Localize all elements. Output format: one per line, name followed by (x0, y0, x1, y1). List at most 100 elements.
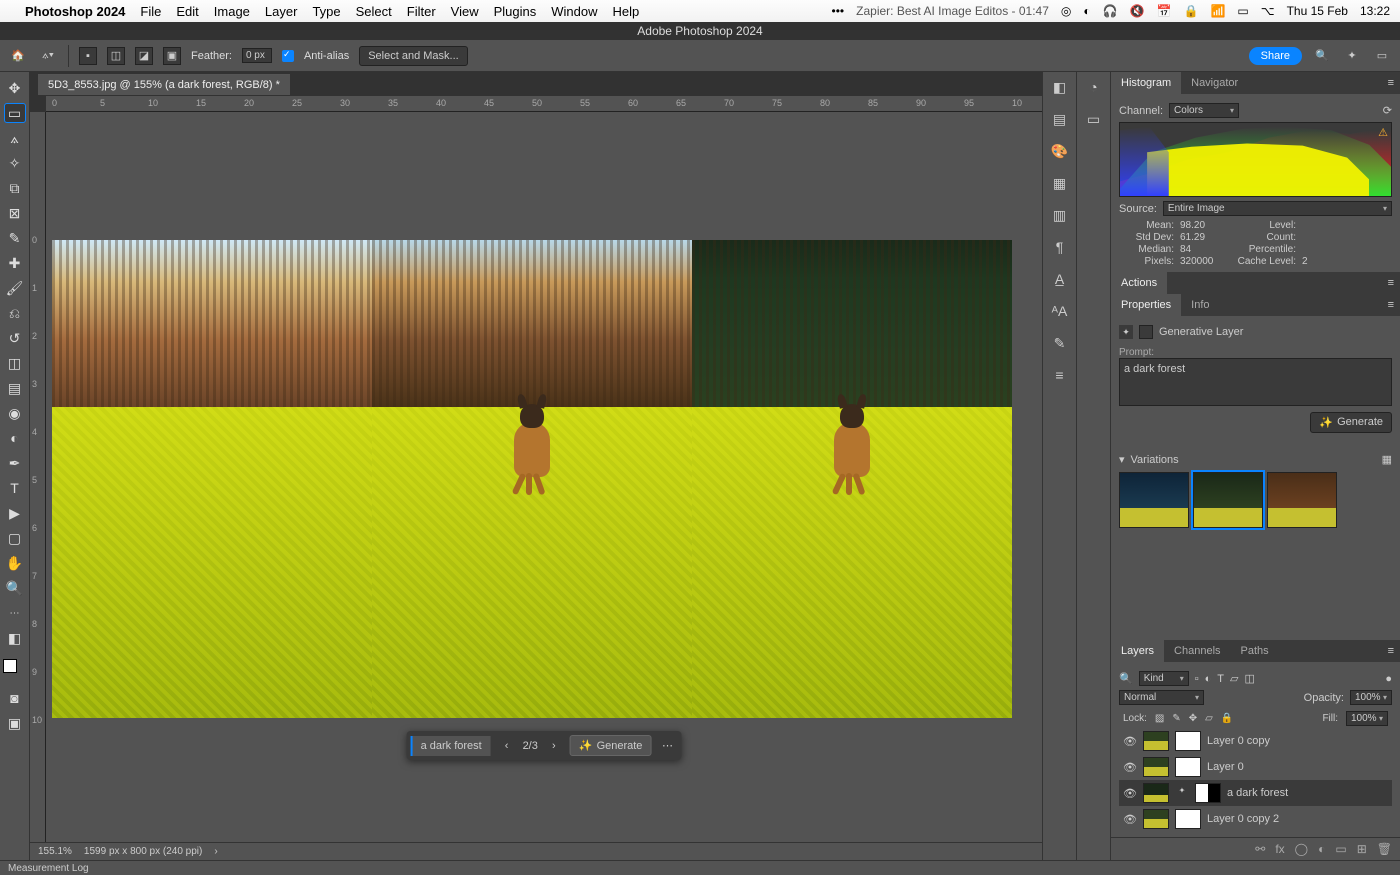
document-tab[interactable]: 5D3_8553.jpg @ 155% (a dark forest, RGB/… (38, 74, 290, 95)
new-layer-icon[interactable]: ⊞ (1357, 842, 1367, 856)
lasso-tool-icon[interactable]: ⟑▾ (38, 46, 58, 66)
magic-wand-tool-icon[interactable]: ✧ (4, 153, 26, 173)
tab-histogram[interactable]: Histogram (1111, 72, 1181, 94)
menu-type[interactable]: Type (312, 4, 340, 19)
properties-generate-button[interactable]: ✨Generate (1310, 412, 1392, 433)
paragraph-icon[interactable]: ¶ (1051, 238, 1069, 256)
variation-thumb-3[interactable] (1267, 472, 1337, 528)
filter-type-icon[interactable]: T (1217, 673, 1224, 685)
prev-variation-icon[interactable]: ‹ (497, 740, 517, 752)
menu-select[interactable]: Select (356, 4, 392, 19)
selection-intersect-icon[interactable]: ▣ (163, 47, 181, 65)
safari-icon[interactable]: ◎ (1061, 4, 1071, 18)
layer-mask-thumbnail[interactable] (1175, 731, 1201, 751)
character-icon[interactable]: A̲ (1051, 270, 1069, 288)
more-options-icon[interactable]: ⋯ (657, 739, 677, 752)
document-dimensions[interactable]: 1599 px x 800 px (240 ppi) (84, 846, 202, 857)
headphones-icon[interactable]: 🎧 (1103, 4, 1118, 18)
libraries-icon[interactable]: ▥ (1051, 206, 1069, 224)
prompt-textarea[interactable]: a dark forest (1119, 358, 1392, 406)
workspace-icon[interactable]: ▭ (1372, 46, 1392, 66)
visibility-icon[interactable]: 👁 (1123, 735, 1137, 748)
styles-icon[interactable]: ▤ (1051, 110, 1069, 128)
layer-name[interactable]: a dark forest (1227, 787, 1288, 799)
mute-icon[interactable]: 🔇 (1130, 4, 1145, 18)
filter-kind-select[interactable]: Kind (1139, 671, 1189, 686)
filter-pixel-icon[interactable]: ▫ (1195, 673, 1199, 685)
screen-mode-icon[interactable]: ▣ (4, 713, 26, 733)
crop-tool-icon[interactable]: ⧉ (4, 178, 26, 198)
menu-view[interactable]: View (451, 4, 479, 19)
variation-thumb-2[interactable] (1193, 472, 1263, 528)
visibility-icon[interactable]: 👁 (1123, 813, 1137, 826)
tab-channels[interactable]: Channels (1164, 640, 1230, 662)
color-icon[interactable]: 🎨 (1051, 142, 1069, 160)
generate-button[interactable]: ✨Generate (570, 735, 652, 756)
ruler-vertical[interactable]: 0 1 2 3 4 5 6 7 8 9 10 (30, 112, 46, 842)
source-select[interactable]: Entire Image (1163, 201, 1392, 216)
lasso-tool-icon[interactable]: ⟑ (4, 128, 26, 148)
glyphs-icon[interactable]: ᴬA (1051, 302, 1069, 320)
filter-smart-icon[interactable]: ◫ (1244, 672, 1254, 685)
clone-stamp-tool-icon[interactable]: ⎌ (4, 303, 26, 323)
selection-new-icon[interactable]: ▪ (79, 47, 97, 65)
filter-adjust-icon[interactable]: ◐ (1205, 673, 1212, 685)
display-icon[interactable]: ▭ (1237, 4, 1248, 18)
brush-tool-icon[interactable]: 🖌 (4, 278, 26, 298)
delete-layer-icon[interactable]: 🗑 (1377, 842, 1392, 856)
tab-properties[interactable]: Properties (1111, 294, 1181, 316)
measurement-log-tab[interactable]: Measurement Log (8, 863, 89, 874)
opacity-input[interactable]: 100% (1350, 690, 1392, 705)
color-swatches[interactable] (3, 659, 27, 683)
link-layers-icon[interactable]: ⚯ (1255, 842, 1265, 856)
lock-all-icon[interactable]: 🔒 (1221, 713, 1233, 724)
layer-mask-thumbnail[interactable] (1195, 783, 1221, 803)
panel-menu-icon[interactable]: ≡ (1382, 299, 1400, 311)
lock-brush-icon[interactable]: ✎ (1172, 713, 1180, 724)
layer-mask-thumbnail[interactable] (1175, 809, 1201, 829)
menu-filter[interactable]: Filter (407, 4, 436, 19)
history-brush-tool-icon[interactable]: ↺ (4, 328, 26, 348)
edit-toolbar-icon[interactable]: ⋯ (4, 603, 26, 623)
layer-row[interactable]: 👁 Layer 0 copy (1119, 728, 1392, 754)
menu-plugins[interactable]: Plugins (494, 4, 537, 19)
tab-info[interactable]: Info (1181, 294, 1219, 316)
dodge-tool-icon[interactable]: ◐ (4, 428, 26, 448)
next-variation-icon[interactable]: › (544, 740, 564, 752)
zoom-tool-icon[interactable]: 🔍 (4, 578, 26, 598)
feather-input[interactable] (242, 48, 272, 63)
blend-mode-select[interactable]: Normal (1119, 690, 1204, 705)
gradient-tool-icon[interactable]: ▤ (4, 378, 26, 398)
adjustment-layer-icon[interactable]: ◐ (1318, 842, 1325, 856)
calendar-icon[interactable]: 📅 (1157, 4, 1172, 18)
refresh-icon[interactable]: ⟳ (1383, 104, 1392, 117)
move-tool-icon[interactable]: ✥ (4, 78, 26, 98)
filter-shape-icon[interactable]: ▱ (1230, 672, 1238, 685)
layer-row[interactable]: 👁 Layer 0 copy 2 (1119, 806, 1392, 832)
adjustments-icon[interactable]: ◧ (1051, 78, 1069, 96)
swatches-icon[interactable]: ▦ (1051, 174, 1069, 192)
menu-help[interactable]: Help (613, 4, 640, 19)
hand-tool-icon[interactable]: ✋ (4, 553, 26, 573)
group-icon[interactable]: ▭ (1335, 842, 1346, 856)
tab-navigator[interactable]: Navigator (1181, 72, 1248, 94)
more-icon[interactable]: ••• (832, 4, 845, 18)
anti-alias-checkbox[interactable] (282, 50, 294, 62)
selection-add-icon[interactable]: ◫ (107, 47, 125, 65)
tab-actions[interactable]: Actions (1111, 272, 1167, 294)
layer-name[interactable]: Layer 0 (1207, 761, 1244, 773)
menu-window[interactable]: Window (551, 4, 597, 19)
search-icon[interactable]: 🔍 (1312, 46, 1332, 66)
menubar-date[interactable]: Thu 15 Feb (1287, 4, 1348, 18)
search-icon[interactable]: 🔍 (1119, 672, 1133, 685)
marquee-tool-icon[interactable]: ▭ (4, 103, 26, 123)
layer-mask-icon[interactable]: ◯ (1295, 842, 1308, 856)
chevron-down-icon[interactable]: ▾ (1119, 453, 1125, 466)
comments-icon[interactable]: ▭ (1085, 110, 1103, 128)
panel-menu-icon[interactable]: ≡ (1382, 645, 1400, 657)
share-button[interactable]: Share (1249, 47, 1302, 65)
layer-thumbnail[interactable] (1143, 731, 1169, 751)
blur-tool-icon[interactable]: ◉ (4, 403, 26, 423)
menu-layer[interactable]: Layer (265, 4, 298, 19)
eyedropper-tool-icon[interactable]: ✎ (4, 228, 26, 248)
